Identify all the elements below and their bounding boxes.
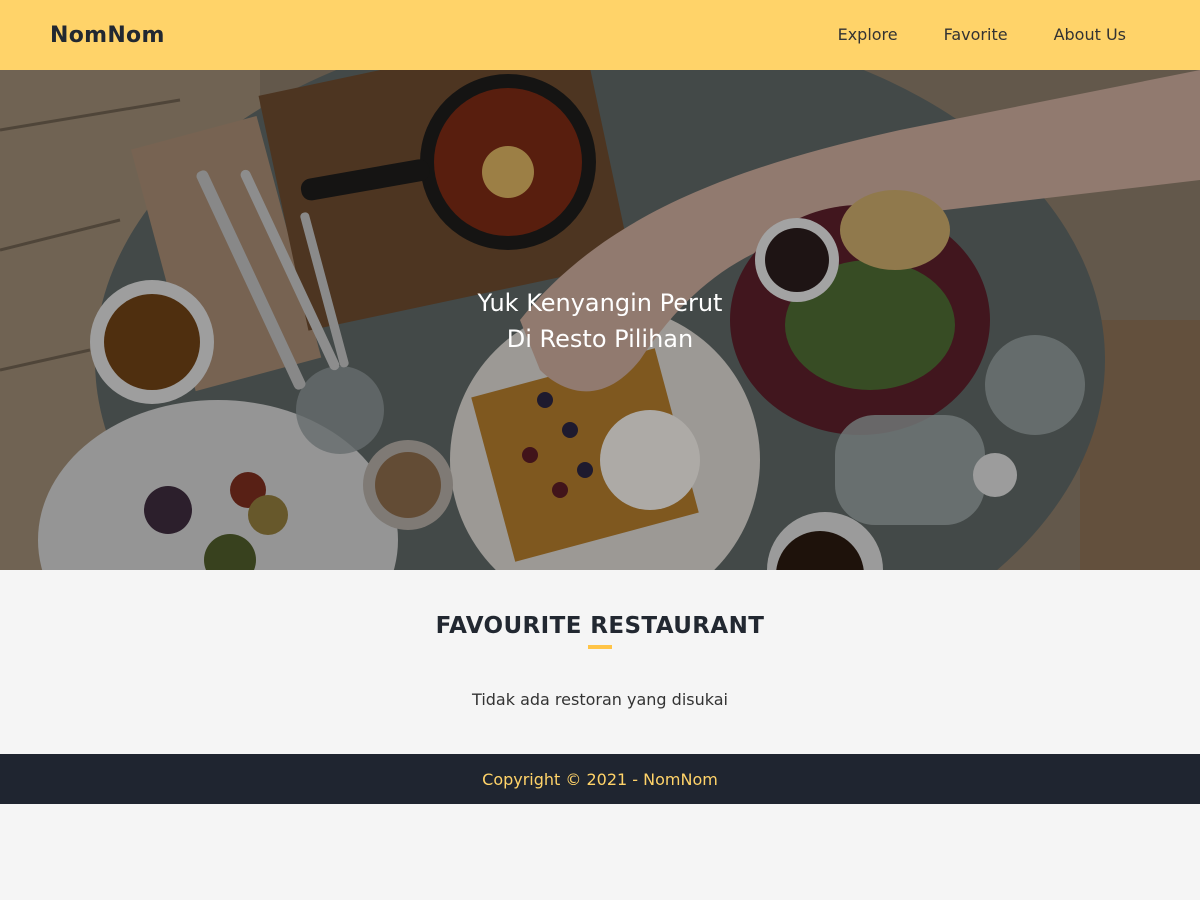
hero-tagline: Yuk Kenyangin Perut Di Resto Pilihan: [0, 285, 1200, 357]
title-underline: [588, 645, 612, 649]
copyright-text: Copyright © 2021 - NomNom: [482, 769, 718, 789]
empty-state-message: Tidak ada restoran yang disukai: [472, 690, 728, 709]
brand-logo[interactable]: NomNom: [50, 23, 165, 48]
hero-tagline-line1: Yuk Kenyangin Perut: [477, 289, 723, 317]
main-nav: Explore Favorite About Us: [815, 0, 1146, 70]
app-bar: NomNom Explore Favorite About Us: [0, 0, 1200, 70]
hero-tagline-line2: Di Resto Pilihan: [506, 325, 694, 353]
nav-favorite-link[interactable]: Favorite: [921, 0, 1031, 70]
footer: Copyright © 2021 - NomNom: [0, 754, 1200, 804]
section-title: FAVOURITE RESTAURANT: [435, 613, 765, 639]
nav-explore-link[interactable]: Explore: [815, 0, 921, 70]
favorite-section: FAVOURITE RESTAURANT Tidak ada restoran …: [0, 570, 1200, 754]
hero-banner: Yuk Kenyangin Perut Di Resto Pilihan: [0, 70, 1200, 570]
nav-about-link[interactable]: About Us: [1031, 0, 1146, 70]
